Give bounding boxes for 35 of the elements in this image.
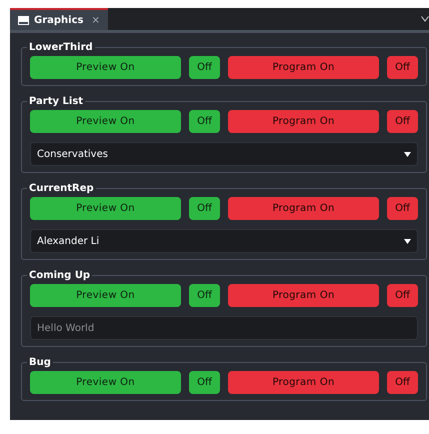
program-off-button[interactable]: Off — [387, 197, 418, 220]
caret-icon — [404, 238, 411, 244]
preview-off-button[interactable]: Off — [189, 371, 220, 394]
program-off-button[interactable]: Off — [387, 56, 418, 79]
group-title: Coming Up — [28, 269, 92, 283]
program-off-button[interactable]: Off — [387, 284, 418, 307]
dropdown[interactable]: Conservatives — [30, 142, 418, 166]
program-off-button[interactable]: Off — [387, 110, 418, 133]
program-on-button[interactable]: Program On — [228, 197, 379, 220]
group-title: Party List — [28, 95, 84, 109]
tab-label: Graphics — [34, 14, 84, 28]
dropdown[interactable]: Alexander Li — [30, 229, 418, 253]
program-on-button[interactable]: Program On — [228, 56, 379, 79]
preview-on-button[interactable]: Preview On — [30, 56, 181, 79]
preview-off-button[interactable]: Off — [189, 110, 220, 133]
preview-off-button[interactable]: Off — [189, 284, 220, 307]
preview-on-button[interactable]: Preview On — [30, 371, 181, 394]
caret-icon — [404, 152, 411, 156]
group-title: Bug — [28, 356, 52, 370]
close-button[interactable]: × — [91, 12, 100, 28]
group-title: CurrentRep — [28, 182, 95, 196]
preview-on-button[interactable]: Preview On — [30, 284, 181, 307]
input-field[interactable]: Hello World — [30, 316, 418, 340]
group-title: LowerThird — [28, 41, 94, 55]
program-on-button[interactable]: Program On — [228, 371, 379, 394]
window-icon — [18, 16, 29, 24]
preview-on-button[interactable]: Preview On — [30, 110, 181, 133]
preview-off-button[interactable]: Off — [189, 197, 220, 220]
tab[interactable]: Graphics × — [10, 8, 108, 30]
program-on-button[interactable]: Program On — [228, 284, 379, 307]
program-off-button[interactable]: Off — [387, 371, 418, 394]
program-on-button[interactable]: Program On — [228, 110, 379, 133]
chevron-down-icon[interactable] — [421, 16, 429, 22]
preview-on-button[interactable]: Preview On — [30, 197, 181, 220]
preview-off-button[interactable]: Off — [189, 56, 220, 79]
